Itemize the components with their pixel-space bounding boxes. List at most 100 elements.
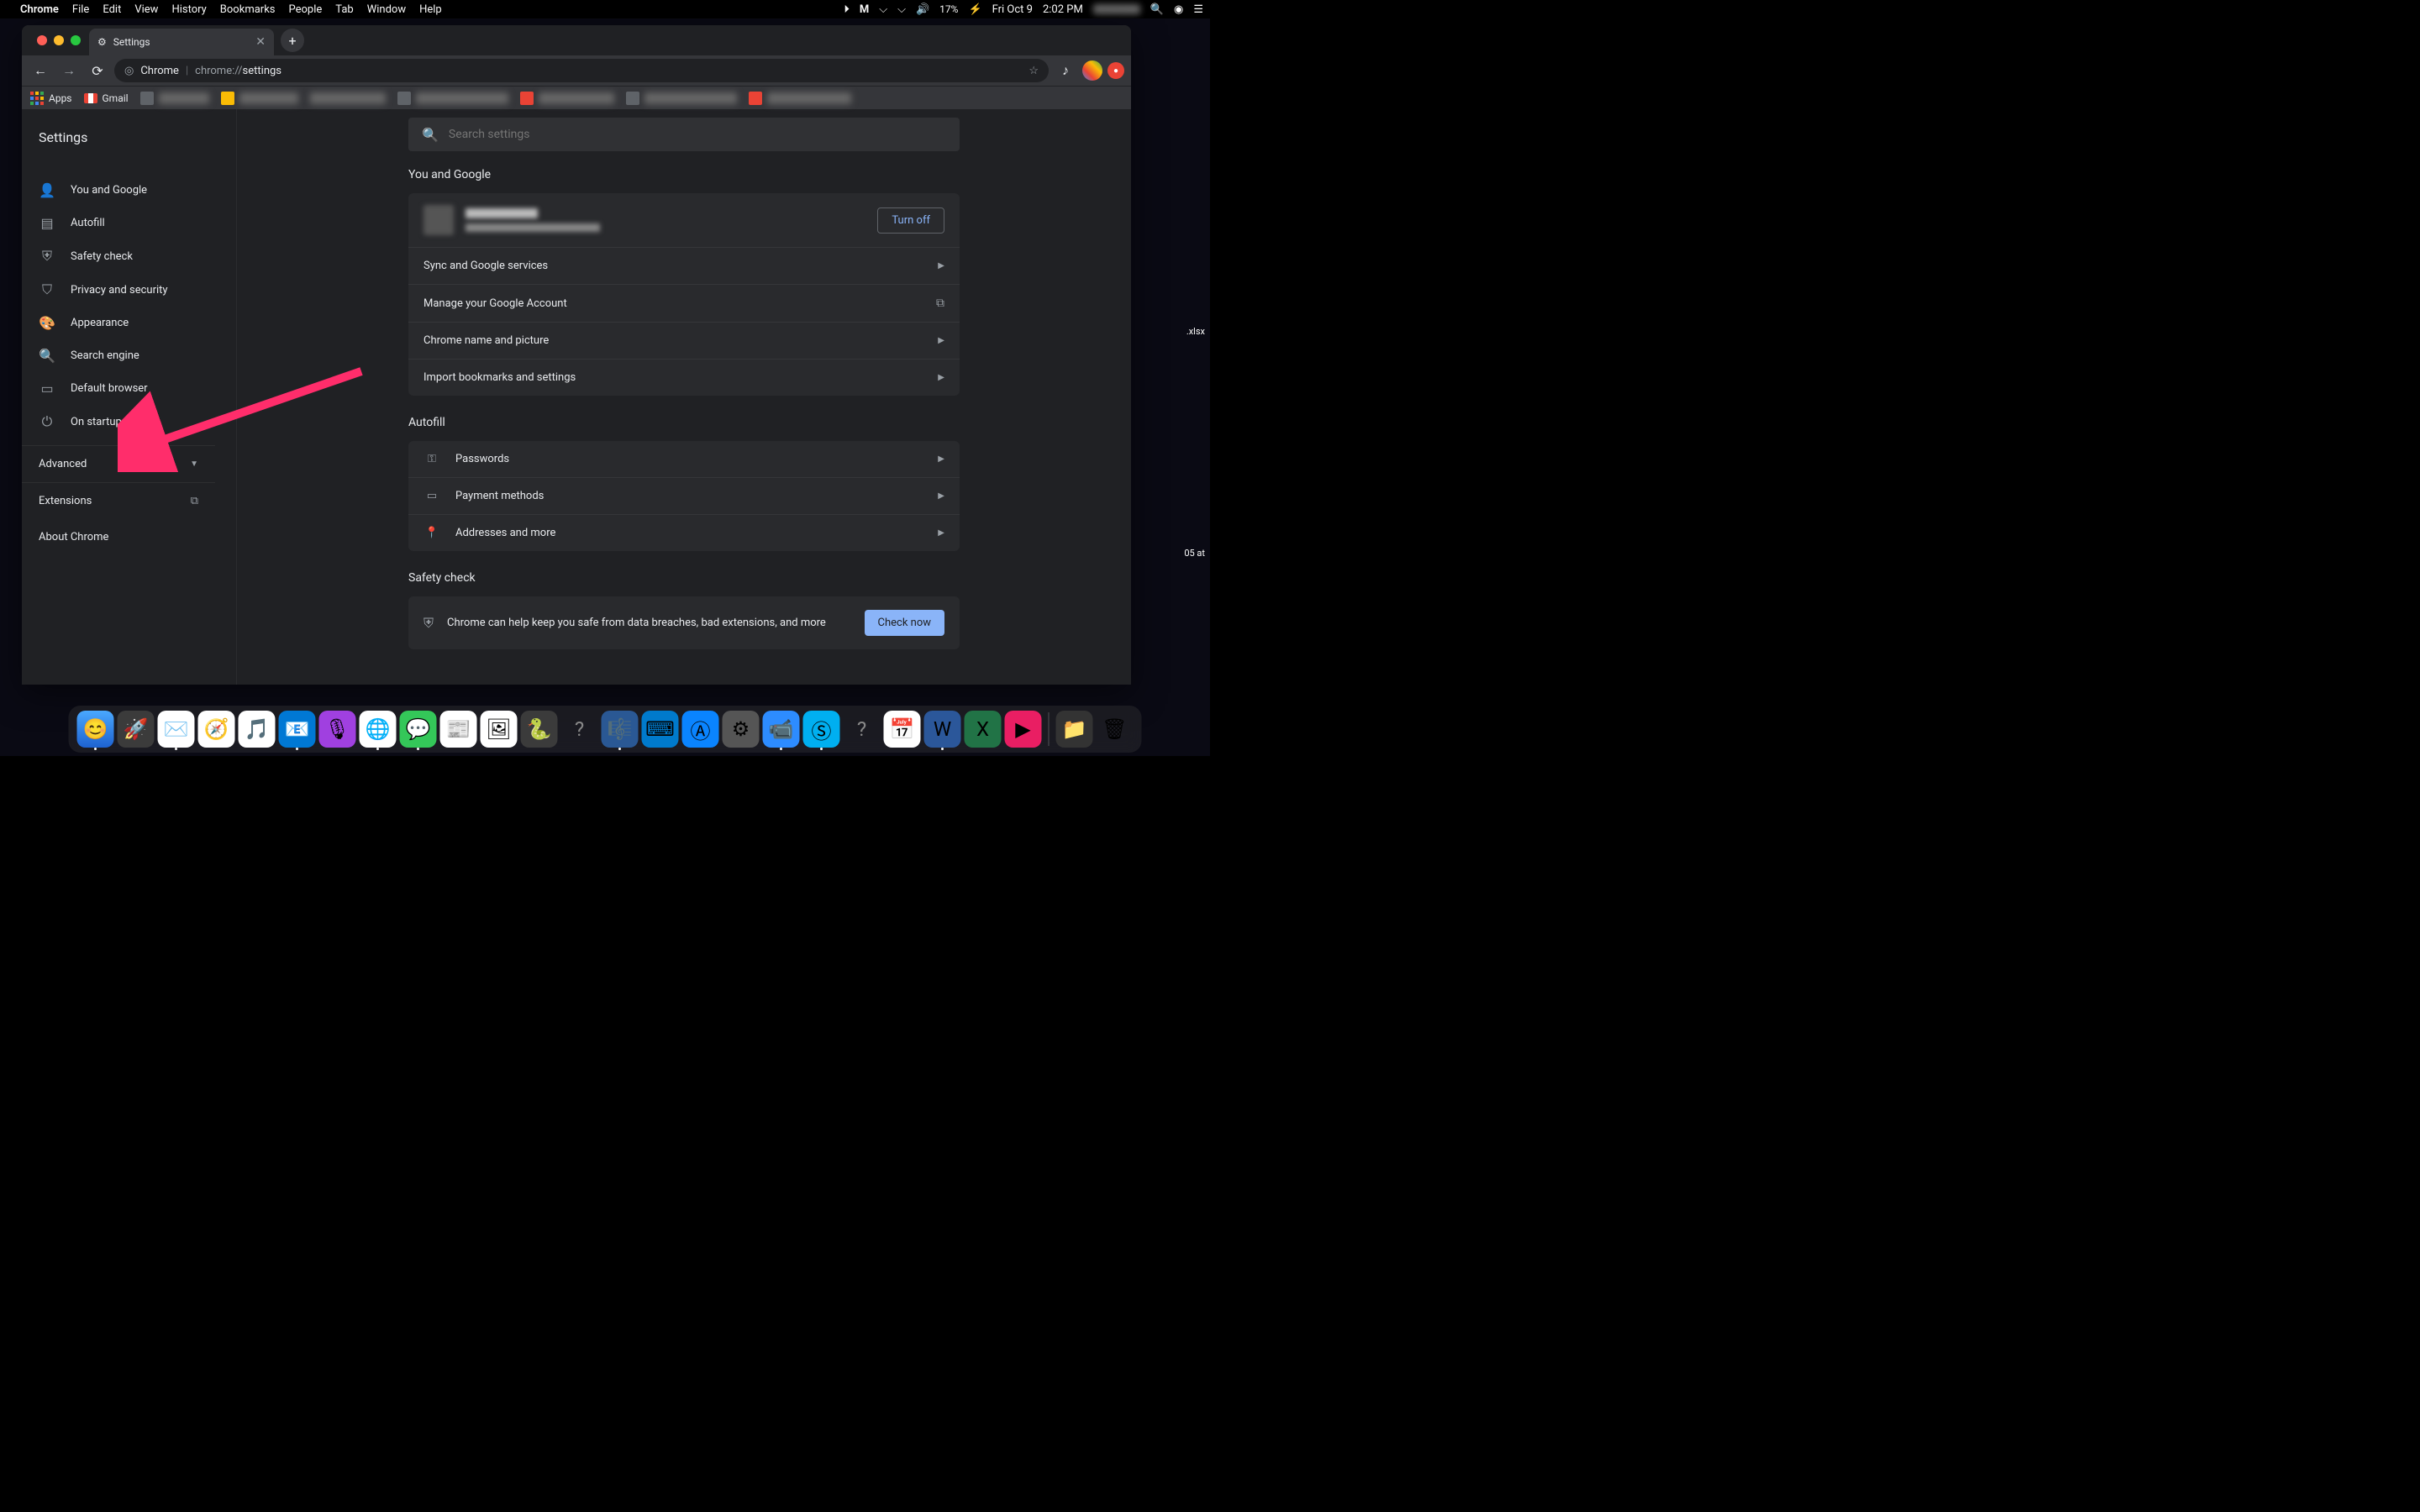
row-addresses[interactable]: 📍Addresses and more▶ bbox=[408, 514, 960, 551]
dock-mail[interactable]: ✉️ bbox=[158, 711, 195, 748]
address-bar[interactable]: ◎ Chrome | chrome://settings ☆ bbox=[114, 59, 1049, 82]
dock-excel[interactable]: X bbox=[965, 711, 1002, 748]
menu-edit[interactable]: Edit bbox=[103, 3, 121, 16]
browser-tab-settings[interactable]: ⚙ Settings ✕ bbox=[89, 29, 274, 55]
dock-messages[interactable]: 💬 bbox=[400, 711, 437, 748]
sidebar-advanced-toggle[interactable]: Advanced ▼ bbox=[22, 445, 215, 483]
dock-launchpad[interactable]: 🚀 bbox=[118, 711, 155, 748]
menu-history[interactable]: History bbox=[171, 3, 206, 16]
sidebar-item-autofill[interactable]: ▤Autofill bbox=[22, 207, 236, 239]
shield-check-icon: ⛨ bbox=[424, 615, 434, 632]
bookmark-blur-4[interactable] bbox=[397, 92, 508, 105]
settings-search-bar[interactable]: 🔍 bbox=[408, 118, 960, 151]
bookmark-blur-5[interactable] bbox=[520, 92, 614, 105]
menubar-tool-icon[interactable]: ⏵ bbox=[844, 3, 850, 16]
sidebar-item-you-google[interactable]: 👤You and Google bbox=[22, 174, 236, 207]
media-control-icon[interactable]: ♪ bbox=[1054, 59, 1077, 82]
sidebar-item-privacy[interactable]: ⛉Privacy and security bbox=[22, 273, 236, 307]
extension-badge-icon[interactable]: ● bbox=[1107, 62, 1124, 79]
dock-podcasts[interactable]: 🎙 bbox=[319, 711, 356, 748]
malwarebytes-icon[interactable]: M bbox=[860, 3, 869, 16]
menu-view[interactable]: View bbox=[134, 3, 158, 16]
bookmarks-bar: Apps Gmail bbox=[22, 86, 1131, 109]
window-minimize-button[interactable] bbox=[54, 35, 64, 45]
bookmark-blur-1[interactable] bbox=[140, 92, 209, 105]
window-close-button[interactable] bbox=[37, 35, 47, 45]
sidebar-item-startup[interactable]: ⏻On startup bbox=[22, 405, 236, 438]
row-payment[interactable]: ▭Payment methods▶ bbox=[408, 477, 960, 514]
window-zoom-button[interactable] bbox=[71, 35, 81, 45]
menu-bookmarks[interactable]: Bookmarks bbox=[220, 3, 276, 16]
settings-main[interactable]: 🔍 You and Google Turn off bbox=[237, 109, 1131, 685]
menu-people[interactable]: People bbox=[289, 3, 323, 16]
dock-unknown[interactable]: ? bbox=[844, 711, 881, 748]
wifi-icon[interactable]: ⌵ bbox=[897, 3, 906, 16]
battery-percent[interactable]: 17% bbox=[939, 3, 958, 15]
dock-musescore[interactable]: 🎼 bbox=[602, 711, 639, 748]
turn-off-button[interactable]: Turn off bbox=[877, 207, 944, 234]
sidebar-item-appearance[interactable]: 🎨Appearance bbox=[22, 307, 236, 339]
bookmark-star-icon[interactable]: ☆ bbox=[1028, 65, 1039, 77]
menubar-app-name[interactable]: Chrome bbox=[20, 3, 59, 16]
row-name-picture[interactable]: Chrome name and picture▶ bbox=[408, 322, 960, 359]
profile-avatar[interactable] bbox=[1082, 60, 1102, 81]
menu-help[interactable]: Help bbox=[419, 3, 442, 16]
apps-shortcut[interactable]: Apps bbox=[30, 92, 72, 105]
row-passwords[interactable]: ⚿Passwords▶ bbox=[408, 441, 960, 477]
dock-downloads[interactable]: 📁 bbox=[1056, 711, 1093, 748]
dock-skype[interactable]: Ⓢ bbox=[803, 711, 840, 748]
dock-system-prefs[interactable]: ⚙ bbox=[723, 711, 760, 748]
new-tab-button[interactable]: + bbox=[281, 29, 304, 52]
dock-chrome[interactable]: 🌐 bbox=[360, 711, 397, 748]
dock-music[interactable]: 🎵 bbox=[239, 711, 276, 748]
row-sync[interactable]: Sync and Google services▶ bbox=[408, 247, 960, 284]
desktop-file-1[interactable]: .xlsx bbox=[1186, 326, 1205, 337]
site-info-icon[interactable]: ◎ bbox=[124, 65, 134, 77]
forward-button[interactable]: → bbox=[57, 59, 81, 82]
apps-label: Apps bbox=[49, 92, 72, 104]
sidebar-item-safety[interactable]: ⛨Safety check bbox=[22, 239, 236, 273]
dock-trash[interactable]: 🗑 bbox=[1097, 711, 1134, 748]
dock-appstore[interactable]: Ⓐ bbox=[682, 711, 719, 748]
bookmark-gmail[interactable]: Gmail bbox=[84, 92, 129, 104]
sidebar-about-link[interactable]: About Chrome bbox=[22, 519, 236, 555]
bookmark-blur-7[interactable] bbox=[749, 92, 851, 105]
reload-button[interactable]: ⟳ bbox=[86, 59, 109, 82]
row-manage-account[interactable]: Manage your Google Account⧉ bbox=[408, 284, 960, 322]
dock-finder[interactable]: 😊 bbox=[77, 711, 114, 748]
dock-news[interactable]: 📰 bbox=[440, 711, 477, 748]
bookmark-blur-3[interactable] bbox=[310, 92, 386, 104]
desktop-file-2[interactable]: 05 at bbox=[1184, 548, 1205, 559]
sidebar-extensions-link[interactable]: Extensions ⧉ bbox=[22, 483, 215, 519]
menubar-time[interactable]: 2:02 PM bbox=[1043, 3, 1083, 16]
dock-app-pink[interactable]: ▶ bbox=[1005, 711, 1042, 748]
bluetooth-icon[interactable]: ⌵ bbox=[879, 3, 887, 16]
sidebar-item-search-engine[interactable]: 🔍Search engine bbox=[22, 339, 236, 372]
menu-file[interactable]: File bbox=[72, 3, 89, 16]
dock-safari[interactable]: 🧭 bbox=[198, 711, 235, 748]
dock-vscode[interactable]: ⌨ bbox=[642, 711, 679, 748]
control-center-icon[interactable]: ☰ bbox=[1193, 3, 1203, 16]
dock-python[interactable]: 🐍 bbox=[521, 711, 558, 748]
spotlight-icon[interactable]: 🔍 bbox=[1150, 3, 1164, 16]
dock-word[interactable]: W bbox=[924, 711, 961, 748]
menubar-date[interactable]: Fri Oct 9 bbox=[992, 3, 1033, 16]
check-now-button[interactable]: Check now bbox=[865, 610, 945, 636]
sidebar-item-default-browser[interactable]: ▭Default browser bbox=[22, 372, 236, 405]
dock-calendar[interactable]: 📅 bbox=[884, 711, 921, 748]
row-import[interactable]: Import bookmarks and settings▶ bbox=[408, 359, 960, 396]
dock-zoom[interactable]: 📹 bbox=[763, 711, 800, 748]
back-button[interactable]: ← bbox=[29, 59, 52, 82]
battery-icon[interactable]: ⚡ bbox=[968, 3, 981, 16]
siri-icon[interactable]: ◉ bbox=[1174, 3, 1183, 16]
menu-window[interactable]: Window bbox=[367, 3, 406, 16]
tab-close-button[interactable]: ✕ bbox=[255, 35, 266, 49]
dock-outlook[interactable]: 📧 bbox=[279, 711, 316, 748]
bookmark-blur-6[interactable] bbox=[626, 92, 737, 105]
bookmark-blur-2[interactable] bbox=[221, 92, 298, 105]
menu-tab[interactable]: Tab bbox=[335, 3, 353, 16]
settings-search-input[interactable] bbox=[449, 128, 946, 141]
dock-help[interactable]: ? bbox=[561, 711, 598, 748]
volume-icon[interactable]: 🔊 bbox=[916, 3, 929, 16]
dock-preview[interactable]: 🖼 bbox=[481, 711, 518, 748]
